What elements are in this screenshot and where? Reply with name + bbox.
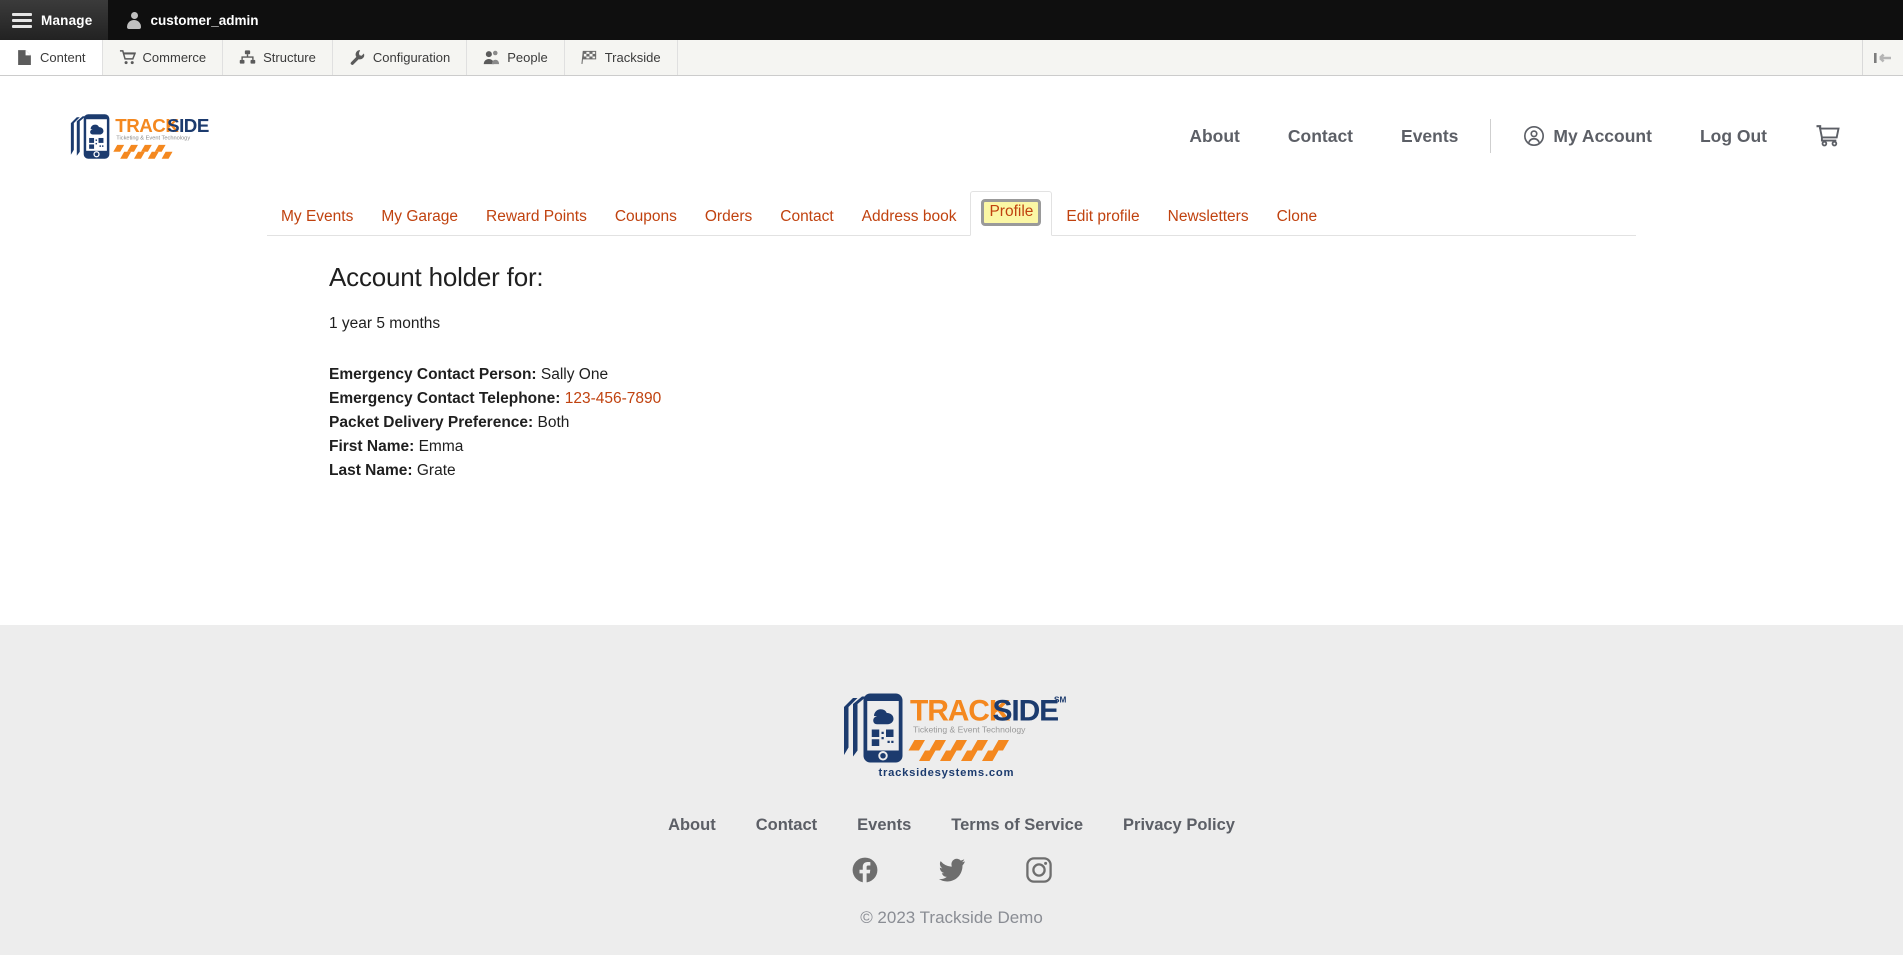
header-cart-link[interactable] <box>1791 124 1841 148</box>
tab-contact[interactable]: Contact <box>766 208 847 236</box>
tab-profile[interactable]: Profile <box>970 190 1053 236</box>
tab-orders[interactable]: Orders <box>691 208 766 236</box>
admin-tray-item-trackside[interactable]: Trackside <box>564 40 678 75</box>
header-nav-events[interactable]: Events <box>1377 126 1482 147</box>
profile-field-first-name: First Name: Emma <box>329 435 1903 459</box>
admin-toolbar-bar: Manage customer_admin <box>0 0 1903 40</box>
admin-toolbar-user-link[interactable]: customer_admin <box>108 0 276 40</box>
footer-social-instagram[interactable] <box>1025 857 1052 883</box>
footer-nav-events[interactable]: Events <box>837 816 931 835</box>
footer-copyright: © 2023 Trackside Demo <box>860 908 1043 927</box>
admin-tray-label: Commerce <box>142 50 207 65</box>
tab-profile-label: Profile <box>981 198 1042 226</box>
admin-tray-label: Configuration <box>372 50 451 65</box>
tab-edit-profile[interactable]: Edit profile <box>1052 208 1153 236</box>
footer-nav-about[interactable]: About <box>648 816 736 835</box>
admin-tray-item-people[interactable]: People <box>467 40 565 75</box>
admin-tray-label: Structure <box>263 50 316 65</box>
admin-toolbar-manage-button[interactable]: Manage <box>0 0 109 40</box>
toolbar-orientation-toggle-icon <box>1874 52 1891 63</box>
field-label: Packet Delivery Preference: <box>329 414 534 431</box>
account-tabs: My Events My Garage Reward Points Coupon… <box>267 190 1636 236</box>
profile-field-emergency-contact-telephone: Emergency Contact Telephone: 123-456-789… <box>329 387 1903 411</box>
svg-text:SIDE: SIDE <box>992 695 1058 728</box>
shopping-cart-icon <box>119 50 136 65</box>
admin-tray-label: Content <box>40 50 86 65</box>
footer-nav-privacy-policy[interactable]: Privacy Policy <box>1103 816 1255 835</box>
tab-address-book[interactable]: Address book <box>848 208 971 236</box>
admin-tray-label: Trackside <box>604 50 661 65</box>
user-circle-icon <box>1524 126 1545 146</box>
admin-toolbar-manage-label: Manage <box>41 12 93 28</box>
footer-navigation: About Contact Events Terms of Service Pr… <box>648 816 1255 835</box>
tab-my-garage[interactable]: My Garage <box>367 208 472 236</box>
tab-newsletters[interactable]: Newsletters <box>1154 208 1263 236</box>
facebook-icon <box>852 857 877 883</box>
site-header: TRACK SIDE Ticketing & Event Technology … <box>0 76 1903 196</box>
field-value: Sally One <box>540 366 609 383</box>
admin-tray-item-configuration[interactable]: Configuration <box>332 40 468 75</box>
admin-tray-spacer <box>678 40 1863 75</box>
header-nav-divider <box>1490 119 1492 153</box>
wrench-icon <box>350 50 365 65</box>
header-nav-about[interactable]: About <box>1165 126 1264 147</box>
tab-coupons[interactable]: Coupons <box>601 208 691 236</box>
tab-my-events[interactable]: My Events <box>267 208 367 236</box>
twitter-icon <box>938 858 965 882</box>
footer-social-twitter[interactable] <box>938 858 966 882</box>
field-label: First Name: <box>329 438 415 455</box>
sitemap-hierarchy-icon <box>239 50 256 64</box>
admin-toolbar-username: customer_admin <box>150 12 259 28</box>
field-value-telephone-link[interactable]: 123-456-7890 <box>565 390 662 407</box>
admin-tray-item-structure[interactable]: Structure <box>223 40 333 75</box>
profile-field-packet-delivery-preference: Packet Delivery Preference: Both <box>329 411 1903 435</box>
header-navigation: About Contact Events My Account Log Out <box>1165 119 1841 153</box>
admin-tray-item-content[interactable]: Content <box>0 40 103 75</box>
field-value: Emma <box>418 438 464 455</box>
admin-toolbar-tray: Content Commerce Structure Configuration… <box>0 40 1903 76</box>
instagram-icon <box>1025 857 1052 883</box>
header-nav-my-account[interactable]: My Account <box>1499 125 1676 147</box>
shopping-cart-icon <box>1816 125 1840 147</box>
page-title: Account holder for: <box>329 262 544 292</box>
user-account-icon <box>126 11 142 29</box>
trackside-logo-image: TRACK SIDE Ticketing & Event Technology <box>70 114 209 159</box>
svg-text:SM: SM <box>1054 696 1067 705</box>
admin-tray-label: People <box>507 50 548 65</box>
drupal-admin-toolbar: Manage customer_admin Content Commerce S… <box>0 0 1903 76</box>
field-label: Emergency Contact Telephone: <box>329 390 561 407</box>
field-label: Last Name: <box>329 462 413 479</box>
hamburger-menu-icon <box>12 12 32 28</box>
field-value: Grate <box>416 462 456 479</box>
trackside-footer-logo-image: TRACK SIDE SM Ticketing & Event Technolo… <box>843 693 1067 779</box>
field-label: Emergency Contact Person: <box>329 366 537 383</box>
footer-nav-contact[interactable]: Contact <box>736 816 837 835</box>
document-page-icon <box>18 50 31 65</box>
admin-tray-item-commerce[interactable]: Commerce <box>102 40 224 75</box>
footer-nav-terms-of-service[interactable]: Terms of Service <box>931 816 1103 835</box>
profile-content: Account holder for: 1 year 5 months Emer… <box>0 236 1903 483</box>
checkered-flag-icon <box>581 50 596 64</box>
trackside-logo[interactable]: TRACK SIDE Ticketing & Event Technology <box>62 106 210 166</box>
svg-text:Ticketing & Event Technology: Ticketing & Event Technology <box>116 135 190 141</box>
membership-length: 1 year 5 months <box>329 315 441 332</box>
footer-social-facebook[interactable] <box>852 857 878 883</box>
svg-text:SIDE: SIDE <box>167 115 209 136</box>
header-nav-logout[interactable]: Log Out <box>1676 126 1791 147</box>
trackside-footer-logo[interactable]: TRACK SIDE SM Ticketing & Event Technolo… <box>832 681 1072 786</box>
site-footer: TRACK SIDE SM Ticketing & Event Technolo… <box>0 625 1903 955</box>
tab-reward-points[interactable]: Reward Points <box>472 208 601 236</box>
header-nav-contact[interactable]: Contact <box>1264 126 1377 147</box>
profile-field-emergency-contact-person: Emergency Contact Person: Sally One <box>329 363 1903 387</box>
people-group-icon <box>483 50 500 65</box>
profile-field-last-name: Last Name: Grate <box>329 459 1903 483</box>
svg-text:Ticketing & Event Technology: Ticketing & Event Technology <box>913 725 1026 735</box>
svg-text:tracksidesystems.com: tracksidesystems.com <box>878 767 1014 779</box>
profile-field-list: Emergency Contact Person: Sally One Emer… <box>329 363 1903 483</box>
field-value: Both <box>537 414 570 431</box>
header-nav-my-account-label: My Account <box>1553 125 1652 146</box>
footer-social-links <box>852 857 1052 883</box>
tab-clone[interactable]: Clone <box>1263 208 1332 236</box>
admin-toolbar-orientation-toggle[interactable] <box>1863 40 1903 75</box>
